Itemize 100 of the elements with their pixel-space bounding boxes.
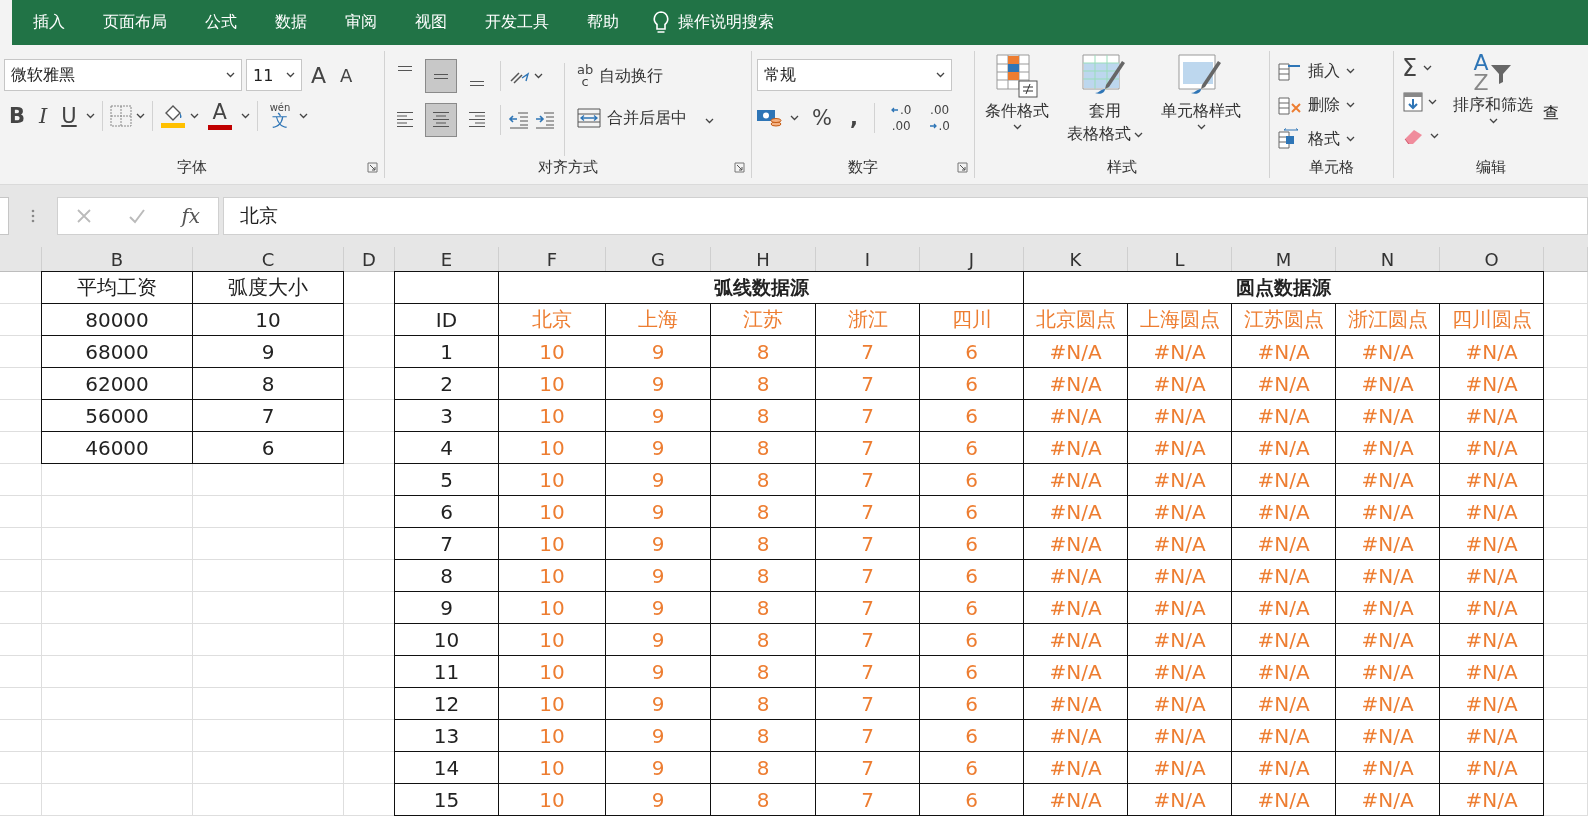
font-color-button[interactable]: A — [202, 101, 237, 131]
style-button[interactable]: 套用 表格格式 — [1061, 53, 1149, 156]
font-name-select[interactable]: 微软雅黑 — [4, 59, 242, 91]
table-cell: 8 — [711, 656, 816, 688]
vertical-align-button[interactable] — [425, 59, 457, 93]
decrease-indent-icon[interactable] — [508, 110, 530, 130]
table-cell: 6 — [920, 624, 1024, 656]
shrink-font-button[interactable]: A — [335, 60, 358, 90]
table-cell: #N/A — [1128, 592, 1232, 624]
caret-icon — [1346, 136, 1355, 142]
table-cell: #N/A — [1128, 368, 1232, 400]
table-cell: 6 — [920, 752, 1024, 784]
style-button[interactable]: 条件格式 — [979, 53, 1055, 156]
column-header[interactable]: D — [344, 247, 395, 272]
table-cell: 7 — [816, 720, 920, 752]
table-cell: #N/A — [1440, 688, 1544, 720]
table-cell: #N/A — [1440, 528, 1544, 560]
table-cell: 13 — [395, 720, 499, 752]
table-cell: 9 — [606, 656, 711, 688]
fill-color-icon[interactable] — [159, 103, 186, 129]
horizontal-align-button[interactable] — [425, 103, 457, 137]
ribbon-tab[interactable]: 审阅 — [326, 12, 396, 33]
cells-button[interactable]: 插入 — [1274, 55, 1389, 87]
table-cell: #N/A — [1232, 336, 1336, 368]
table-cell: 80000 — [42, 304, 193, 336]
cells-button[interactable]: 删除 — [1274, 89, 1389, 121]
increase-indent-icon[interactable] — [534, 110, 556, 130]
underline-button[interactable]: U — [56, 101, 82, 131]
table-cell: 46000 — [42, 432, 193, 464]
italic-button[interactable]: I — [34, 101, 53, 131]
caret-icon — [1346, 102, 1355, 108]
ribbon-tab[interactable]: 帮助 — [568, 12, 638, 33]
ribbon-tab[interactable]: 数据 — [256, 12, 326, 33]
table-cell: 8 — [711, 400, 816, 432]
table-cell: #N/A — [1336, 464, 1440, 496]
bold-button[interactable]: B — [4, 101, 30, 131]
font-size-select[interactable]: 11 — [246, 59, 302, 91]
table-cell: 浙江 — [816, 304, 920, 336]
table-cell: 7 — [816, 592, 920, 624]
tell-me-search[interactable]: 操作说明搜索 — [678, 12, 774, 33]
launcher-icon[interactable] — [367, 162, 378, 173]
currency-icon[interactable] — [756, 107, 782, 129]
caret-icon — [1423, 65, 1433, 71]
autosum-button[interactable]: Σ — [1398, 53, 1443, 83]
table-cell: 6 — [920, 560, 1024, 592]
table-cell: #N/A — [1128, 688, 1232, 720]
sort-filter-button[interactable]: A Z 排序和筛选 — [1453, 53, 1533, 156]
drag-handle-icon[interactable] — [31, 208, 35, 224]
comma-button[interactable]: , — [844, 103, 863, 133]
table-cell: 9 — [193, 336, 344, 368]
table-cell: 10 — [499, 720, 606, 752]
ribbon-tab[interactable]: 开发工具 — [466, 12, 568, 33]
table-cell: 7 — [816, 656, 920, 688]
percent-button[interactable]: % — [807, 103, 837, 133]
table-cell: #N/A — [1440, 592, 1544, 624]
table-cell: 8 — [711, 368, 816, 400]
ribbon-tab[interactable]: 页面布局 — [84, 12, 186, 33]
table-cell: 9 — [606, 368, 711, 400]
style-button[interactable]: 单元格样式 — [1155, 53, 1247, 156]
ribbon-tab[interactable]: 插入 — [14, 12, 84, 33]
table-cell: #N/A — [1440, 624, 1544, 656]
table-cell: 10 — [499, 368, 606, 400]
table-cell: 3 — [395, 400, 499, 432]
align-lines-icon — [431, 110, 451, 130]
table-cell: 7 — [816, 336, 920, 368]
table-cell: 10 — [499, 336, 606, 368]
table-cell: #N/A — [1128, 720, 1232, 752]
table-cell: 7 — [816, 752, 920, 784]
ribbon-tab[interactable]: 公式 — [186, 12, 256, 33]
decrease-decimal-button[interactable]: .00 .0 — [924, 101, 955, 135]
merge-center-button[interactable]: 合并后居中 — [573, 101, 718, 135]
table-cell: 北京圆点 — [1024, 304, 1128, 336]
launcher-icon[interactable] — [957, 162, 968, 173]
insert-function-button[interactable]: fx — [181, 204, 201, 228]
launcher-icon[interactable] — [734, 162, 745, 173]
table-cell: #N/A — [1232, 432, 1336, 464]
caret-icon — [286, 72, 295, 78]
find-button[interactable]: 查 — [1543, 103, 1559, 156]
align-lines-icon — [470, 81, 484, 86]
table-cell: 10 — [499, 400, 606, 432]
fill-down-icon[interactable] — [1402, 91, 1424, 113]
grow-font-button[interactable]: A — [306, 60, 332, 90]
table-cell: ID — [395, 304, 499, 336]
table-cell: #N/A — [1336, 432, 1440, 464]
table-cell: 6 — [920, 432, 1024, 464]
cells-button[interactable]: 格式 — [1274, 123, 1389, 155]
table-cell: 8 — [711, 336, 816, 368]
number-format-select[interactable]: 常规 — [757, 59, 952, 91]
check-icon[interactable] — [127, 208, 146, 224]
ribbon-tab[interactable]: 视图 — [396, 12, 466, 33]
increase-decimal-button[interactable]: .0 .00 — [885, 101, 917, 135]
table-cell: 10 — [193, 304, 344, 336]
table-cell: #N/A — [1128, 464, 1232, 496]
lightbulb-icon[interactable] — [652, 9, 670, 36]
phonetic-button[interactable]: wén 文 — [264, 101, 296, 131]
formula-input[interactable]: 北京 — [223, 197, 1588, 235]
caret-icon — [1012, 124, 1022, 130]
table-cell: 7 — [816, 624, 920, 656]
table-cell: 8 — [711, 496, 816, 528]
table-cell: #N/A — [1024, 336, 1128, 368]
